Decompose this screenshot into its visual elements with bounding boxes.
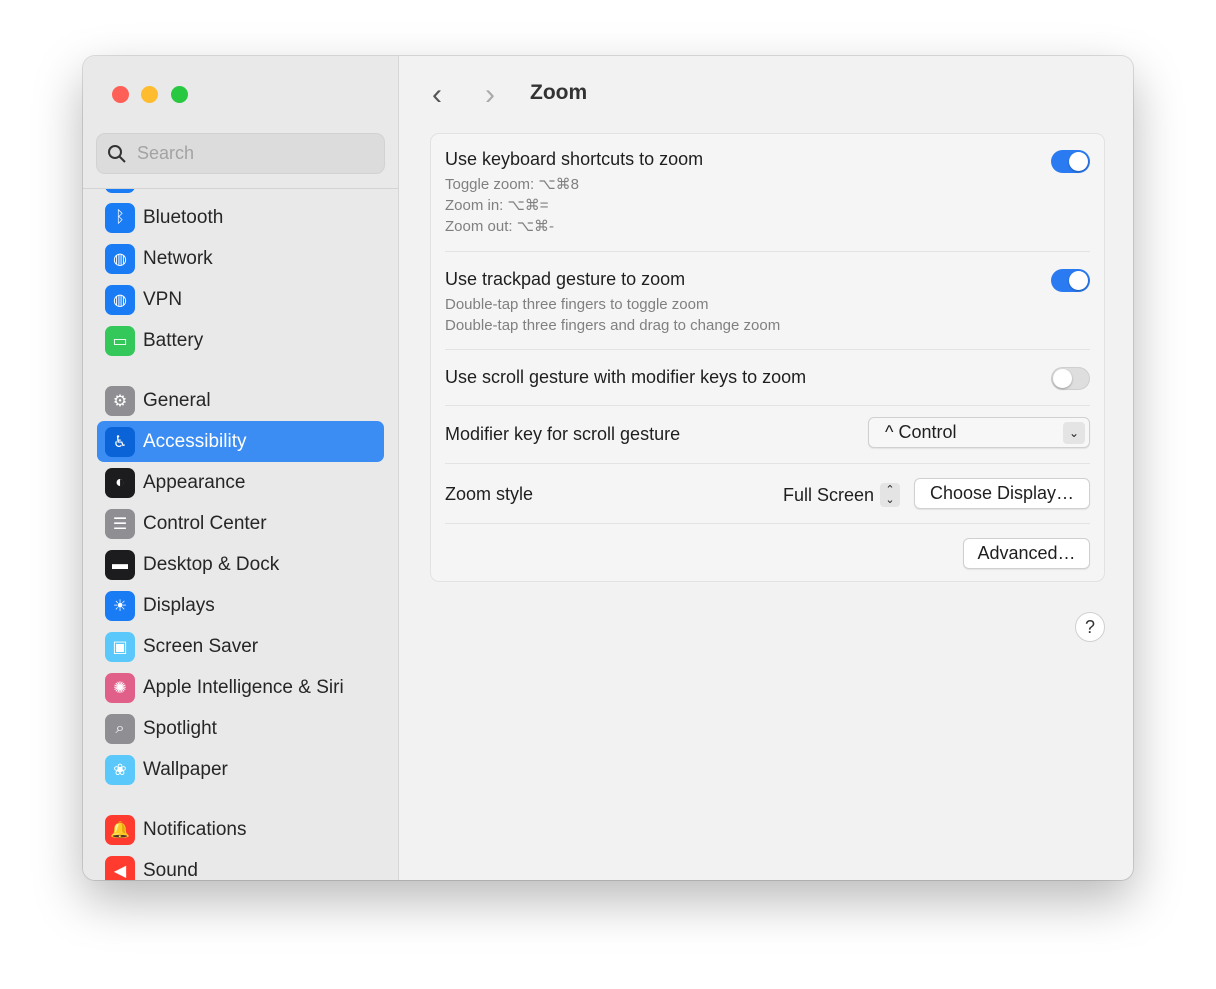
sidebar-item-general[interactable]: ⚙ General xyxy=(97,380,384,421)
sidebar-item-label: Desktop & Dock xyxy=(143,553,280,575)
sidebar-item-label: Bluetooth xyxy=(143,206,224,228)
sidebar-item-label: Screen Saver xyxy=(143,635,259,657)
sidebar-item-desktop-dock[interactable]: ▬ Desktop & Dock xyxy=(97,544,384,585)
sidebar-item-label: Apple Intelligence & Siri xyxy=(143,676,344,698)
sidebar-item-network[interactable]: ◍ Network xyxy=(97,238,384,279)
vpn-globe-icon: ◍ xyxy=(105,284,135,315)
appearance-icon: ◐ xyxy=(105,467,135,498)
modifier-key-row: Modifier key for scroll gesture ^ Contro… xyxy=(445,406,1090,464)
trackpad-gesture-toggle[interactable] xyxy=(1051,269,1090,292)
sidebar-item-notifications[interactable]: 🔔 Notifications xyxy=(97,809,384,850)
sidebar-item-label: Sound xyxy=(143,859,198,881)
row-label: Zoom style xyxy=(445,484,534,504)
sidebar-item-label: Battery xyxy=(143,329,204,351)
modifier-key-value: ^ Control xyxy=(885,422,957,442)
magnifier-icon: ⌕ xyxy=(105,713,135,744)
bluetooth-icon: ᛒ xyxy=(105,202,135,233)
dock-icon: ▬ xyxy=(105,549,135,580)
scroll-gesture-row: Use scroll gesture with modifier keys to… xyxy=(445,350,1090,406)
speaker-icon: ◀ xyxy=(105,855,135,880)
search-icon xyxy=(108,144,126,163)
sun-icon: ☀ xyxy=(105,590,135,621)
system-settings-window: Search ᛒ Bluetooth ◍ Network ◍ VPN ▭ Battery ⚙ Ge… xyxy=(83,56,1133,880)
shortcut-toggle-text: Toggle zoom: ⌥⌘8 xyxy=(445,176,580,193)
advanced-button[interactable]: Advanced… xyxy=(963,538,1090,569)
chevron-down-icon: ⌄ xyxy=(1063,422,1085,444)
modifier-key-select[interactable]: ^ Control ⌄ xyxy=(868,417,1090,448)
sidebar-item-apple-intelligence-siri[interactable]: ✺ Apple Intelligence & Siri xyxy=(97,667,384,708)
flower-icon: ❀ xyxy=(105,754,135,785)
zoom-style-row: Zoom style Full Screen ⌃ ⌄ Choose Display… xyxy=(445,464,1090,524)
trackpad-hint-2: Double-tap three fingers and drag to cha… xyxy=(445,317,781,334)
bell-icon: 🔔 xyxy=(105,814,135,845)
gear-icon: ⚙ xyxy=(105,385,135,416)
minimize-button[interactable] xyxy=(141,86,158,103)
search-placeholder: Search xyxy=(137,143,195,163)
sidebar-item-battery[interactable]: ▭ Battery xyxy=(97,320,384,361)
control-center-icon: ☰ xyxy=(105,508,135,539)
sidebar-item-wallpaper[interactable]: ❀ Wallpaper xyxy=(97,749,384,790)
row-label: Use scroll gesture with modifier keys to… xyxy=(445,367,807,387)
zoom-settings-card: Use keyboard shortcuts to zoom Toggle zo… xyxy=(430,133,1105,582)
wifi-icon xyxy=(105,189,135,193)
forward-button[interactable]: › xyxy=(485,78,495,112)
keyboard-shortcuts-row: Use keyboard shortcuts to zoom Toggle zo… xyxy=(445,134,1090,252)
sidebar-item-accessibility[interactable]: ♿ Accessibility xyxy=(97,421,384,462)
sidebar-item-spotlight[interactable]: ⌕ Spotlight xyxy=(97,708,384,749)
sidebar-item-label: Appearance xyxy=(143,471,246,493)
sidebar-item-label: Network xyxy=(143,247,213,269)
zoom-style-select[interactable]: Full Screen ⌃ ⌄ xyxy=(783,483,900,507)
back-button[interactable]: ‹ xyxy=(432,78,442,112)
zoom-button[interactable] xyxy=(171,86,188,103)
accessibility-icon: ♿ xyxy=(105,426,135,457)
help-button[interactable]: ? xyxy=(1075,612,1105,642)
scroll-gesture-toggle[interactable] xyxy=(1051,367,1090,390)
sidebar-item-screen-saver[interactable]: ▣ Screen Saver xyxy=(97,626,384,667)
keyboard-shortcuts-toggle[interactable] xyxy=(1051,150,1090,173)
sidebar-item-label: Spotlight xyxy=(143,717,217,739)
sidebar-item-appearance[interactable]: ◐ Appearance xyxy=(97,462,384,503)
trackpad-hint-1: Double-tap three fingers to toggle zoom xyxy=(445,296,709,313)
sidebar-item-label: VPN xyxy=(143,288,183,310)
up-down-chevron-icon: ⌃ ⌄ xyxy=(880,483,900,507)
shortcut-zoom-in-text: Zoom in: ⌥⌘= xyxy=(445,197,549,214)
sidebar-item-label: Accessibility xyxy=(143,430,247,452)
sidebar-item-control-center[interactable]: ☰ Control Center xyxy=(97,503,384,544)
search-input[interactable]: Search xyxy=(96,133,385,174)
sidebar-item-label: General xyxy=(143,389,211,411)
trackpad-gesture-row: Use trackpad gesture to zoom Double-tap … xyxy=(445,252,1090,350)
sidebar-item-label: Wallpaper xyxy=(143,758,228,780)
screen-saver-icon: ▣ xyxy=(105,631,135,662)
sidebar: Search ᛒ Bluetooth ◍ Network ◍ VPN ▭ Battery ⚙ Ge… xyxy=(83,56,399,880)
content-pane: ‹ › Zoom Use keyboard shortcuts to zoom … xyxy=(400,56,1133,880)
sidebar-item-label: Control Center xyxy=(143,512,267,534)
row-label: Use trackpad gesture to zoom xyxy=(445,269,686,289)
globe-icon: ◍ xyxy=(105,243,135,274)
close-button[interactable] xyxy=(112,86,129,103)
sidebar-item-vpn[interactable]: ◍ VPN xyxy=(97,279,384,320)
sidebar-item-bluetooth[interactable]: ᛒ Bluetooth xyxy=(97,197,384,238)
siri-icon: ✺ xyxy=(105,672,135,703)
row-label: Modifier key for scroll gesture xyxy=(445,424,681,444)
sidebar-item-label: Notifications xyxy=(143,818,247,840)
page-title: Zoom xyxy=(530,81,588,104)
choose-display-button[interactable]: Choose Display… xyxy=(914,478,1090,509)
battery-icon: ▭ xyxy=(105,325,135,356)
shortcut-zoom-out-text: Zoom out: ⌥⌘- xyxy=(445,218,554,235)
zoom-style-value: Full Screen xyxy=(782,484,874,505)
sidebar-item-sound[interactable]: ◀ Sound xyxy=(97,850,384,880)
sidebar-item-label: Displays xyxy=(143,594,215,616)
sidebar-list[interactable]: ᛒ Bluetooth ◍ Network ◍ VPN ▭ Battery ⚙ General ♿ A… xyxy=(83,189,399,880)
sidebar-item-displays[interactable]: ☀ Displays xyxy=(97,585,384,626)
row-label: Use keyboard shortcuts to zoom xyxy=(445,149,704,169)
